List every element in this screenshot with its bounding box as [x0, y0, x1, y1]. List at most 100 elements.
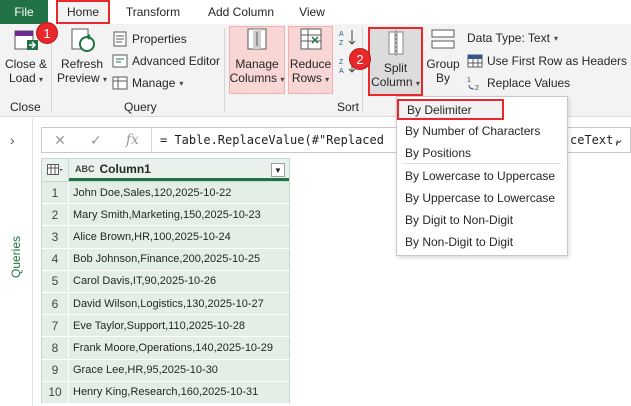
tab-file[interactable]: File: [0, 0, 48, 24]
menu-item-by-number-of-characters[interactable]: By Number of Characters: [397, 120, 567, 141]
table-cell[interactable]: Mary Smith,Marketing,150,2025-10-23: [69, 204, 289, 225]
table-cell[interactable]: John Doe,Sales,120,2025-10-22: [69, 182, 289, 203]
properties-button[interactable]: Properties: [112, 31, 187, 47]
svg-text:2: 2: [475, 85, 479, 91]
manage-columns-button[interactable]: Manage Columns ▾: [229, 26, 285, 87]
menu-item-uppercase-to-lowercase[interactable]: By Uppercase to Lowercase: [397, 187, 567, 208]
chevron-down-icon: ▾: [179, 78, 184, 88]
reduce-rows-label: Rows: [291, 71, 322, 85]
column-header-column1[interactable]: ABC Column1 ▼: [69, 159, 289, 181]
menu-separator: [403, 163, 561, 164]
row-number: 5: [42, 270, 69, 292]
replace-values-label: Replace Values: [487, 76, 571, 90]
group-separator: [224, 28, 225, 112]
text-type-icon[interactable]: ABC: [75, 164, 95, 174]
table-headers-icon: [467, 53, 483, 69]
group-label-close: Close: [10, 100, 41, 114]
use-first-row-headers-label: Use First Row as Headers: [487, 54, 628, 68]
table-cell[interactable]: Eve Taylor,Support,110,2025-10-28: [69, 315, 289, 336]
table-cell[interactable]: Bob Johnson,Finance,200,2025-10-25: [69, 249, 289, 270]
check-icon[interactable]: ✓: [90, 132, 102, 149]
svg-text:Z: Z: [339, 40, 344, 47]
formula-bar-controls: ✕ ✓ fx: [42, 128, 152, 152]
table-row[interactable]: 1 John Doe,Sales,120,2025-10-22: [41, 182, 290, 205]
svg-text:A: A: [339, 31, 344, 38]
formula-text[interactable]: = Table.ReplaceValue(#"Replaced: [160, 133, 384, 147]
ribbon-tab-bar: File Home Transform Add Column View: [0, 0, 631, 24]
table-row[interactable]: 10 Henry King,Research,160,2025-10-31: [41, 381, 290, 404]
data-type-dropdown[interactable]: Data Type: Text ▾: [467, 31, 558, 45]
refresh-preview-button[interactable]: Refresh Preview ▾: [56, 26, 108, 87]
replace-values-icon: 12: [467, 75, 483, 92]
table-row[interactable]: 6 David Wilson,Logistics,130,2025-10-27: [41, 292, 290, 316]
table-row[interactable]: 9 Grace Lee,HR,95,2025-10-30: [41, 359, 290, 382]
group-by-line2: By: [435, 71, 450, 85]
tab-view[interactable]: View: [292, 0, 332, 24]
manage-columns-line1: Manage: [235, 57, 279, 71]
reduce-rows-icon: [297, 26, 325, 54]
refresh-label: Preview: [56, 71, 100, 85]
fx-icon[interactable]: fx: [126, 132, 139, 148]
advanced-editor-button[interactable]: Advanced Editor: [112, 53, 220, 69]
advanced-editor-icon: [112, 53, 128, 69]
chevron-down-icon: ▾: [325, 75, 330, 84]
tab-add-column[interactable]: Add Column: [196, 0, 286, 24]
chevron-right-icon[interactable]: ›: [10, 132, 15, 148]
row-number: 1: [42, 182, 69, 204]
table-row[interactable]: 2 Mary Smith,Marketing,150,2025-10-23: [41, 204, 290, 227]
tab-transform[interactable]: Transform: [118, 0, 188, 24]
grid-rows: 1 John Doe,Sales,120,2025-10-22 2 Mary Smit…: [41, 182, 290, 404]
callout-2: 2: [349, 48, 371, 70]
group-by-line1: Group: [426, 57, 460, 71]
cancel-icon[interactable]: ✕: [54, 132, 66, 149]
queries-pane-label[interactable]: Queries: [9, 236, 23, 278]
table-row[interactable]: 4 Bob Johnson,Finance,200,2025-10-25: [41, 248, 290, 271]
table-cell[interactable]: Frank Moore,Operations,140,2025-10-29: [69, 337, 289, 358]
table-row[interactable]: 8 Frank Moore,Operations,140,2025-10-29: [41, 337, 290, 360]
menu-item-lowercase-to-uppercase[interactable]: By Lowercase to Uppercase: [397, 165, 567, 186]
chevron-down-icon: ▾: [103, 75, 108, 84]
close-load-line1: Close &: [4, 57, 48, 71]
group-by-button[interactable]: Group By: [424, 26, 462, 85]
manage-icon: [112, 75, 128, 91]
callout-1: 1: [36, 22, 58, 44]
table-row[interactable]: 5 Carol Davis,IT,90,2025-10-26: [41, 270, 290, 293]
column-filter-dropdown-icon[interactable]: ▼: [271, 163, 285, 177]
chevron-down-icon[interactable]: ⌄: [614, 132, 624, 146]
menu-item-by-positions[interactable]: By Positions: [397, 142, 567, 163]
sort-ascending-icon: AZ: [339, 28, 357, 48]
sort-ascending-button[interactable]: AZ: [339, 28, 357, 48]
reduce-rows-button[interactable]: Reduce Rows ▾: [288, 26, 333, 87]
properties-label: Properties: [132, 32, 187, 46]
table-cell[interactable]: Grace Lee,HR,95,2025-10-30: [69, 360, 289, 381]
row-number: 2: [42, 204, 69, 226]
group-by-icon: [429, 26, 457, 54]
split-column-menu: By Delimiter By Number of Characters By …: [396, 96, 568, 256]
advanced-editor-label: Advanced Editor: [132, 54, 221, 68]
chevron-down-icon: ▾: [553, 33, 558, 43]
refresh-icon: [68, 26, 96, 54]
data-type-label: Data Type: Text: [467, 31, 550, 45]
table-cell[interactable]: Henry King,Research,160,2025-10-31: [69, 382, 289, 403]
svg-text:1: 1: [467, 77, 471, 84]
group-label-sort: Sort: [337, 100, 360, 114]
refresh-line2: Preview ▾: [57, 71, 107, 87]
manage-button[interactable]: Manage ▾: [112, 75, 183, 91]
menu-item-non-digit-to-digit[interactable]: By Non-Digit to Digit: [397, 231, 567, 252]
table-menu-icon[interactable]: [42, 159, 69, 181]
split-column-highlight-box: [368, 27, 423, 96]
chevron-down-icon: ▾: [39, 75, 44, 84]
table-row[interactable]: 3 Alice Brown,HR,100,2025-10-24: [41, 226, 290, 249]
row-number: 3: [42, 226, 69, 248]
table-cell[interactable]: Alice Brown,HR,100,2025-10-24: [69, 226, 289, 247]
use-first-row-headers-button[interactable]: Use First Row as Headers ▾: [467, 53, 631, 69]
data-grid: ABC Column1 ▼ 1 John Doe,Sales,120,2025-1…: [41, 158, 290, 404]
menu-item-by-delimiter[interactable]: By Delimiter: [397, 99, 504, 120]
group-label-query: Query: [124, 100, 157, 114]
table-cell[interactable]: Carol Davis,IT,90,2025-10-26: [69, 271, 289, 292]
replace-values-button[interactable]: 12 Replace Values: [467, 75, 571, 92]
table-row[interactable]: 7 Eve Taylor,Support,110,2025-10-28: [41, 315, 290, 338]
tab-home[interactable]: Home: [56, 0, 110, 24]
menu-item-digit-to-non-digit[interactable]: By Digit to Non-Digit: [397, 209, 567, 230]
table-cell[interactable]: David Wilson,Logistics,130,2025-10-27: [69, 293, 289, 314]
